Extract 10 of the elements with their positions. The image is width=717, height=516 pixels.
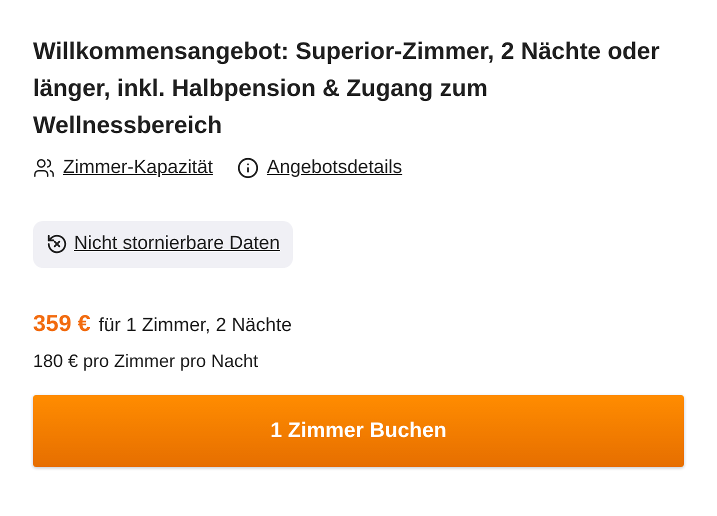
per-night-price: 180 € pro Zimmer pro Nacht	[33, 350, 260, 373]
price-note: für 1 Zimmer, 2 Nächte	[98, 314, 292, 338]
detail-link[interactable]: Angebotsdetails	[266, 154, 402, 182]
cancel-history-icon	[46, 233, 68, 255]
cancellation-link[interactable]: Nicht stornierbare Daten	[74, 230, 280, 258]
total-price: 359 €	[33, 308, 91, 338]
people-icon	[33, 157, 55, 180]
info-icon	[236, 157, 259, 180]
detail-link[interactable]: Zimmer-Kapazität	[63, 154, 213, 182]
offer-title: Willkommensangebot: Superior-Zimmer, 2 Nächte oder länger, inkl. Halbpension & Zugang zum Wellnessbereich	[33, 37, 661, 141]
